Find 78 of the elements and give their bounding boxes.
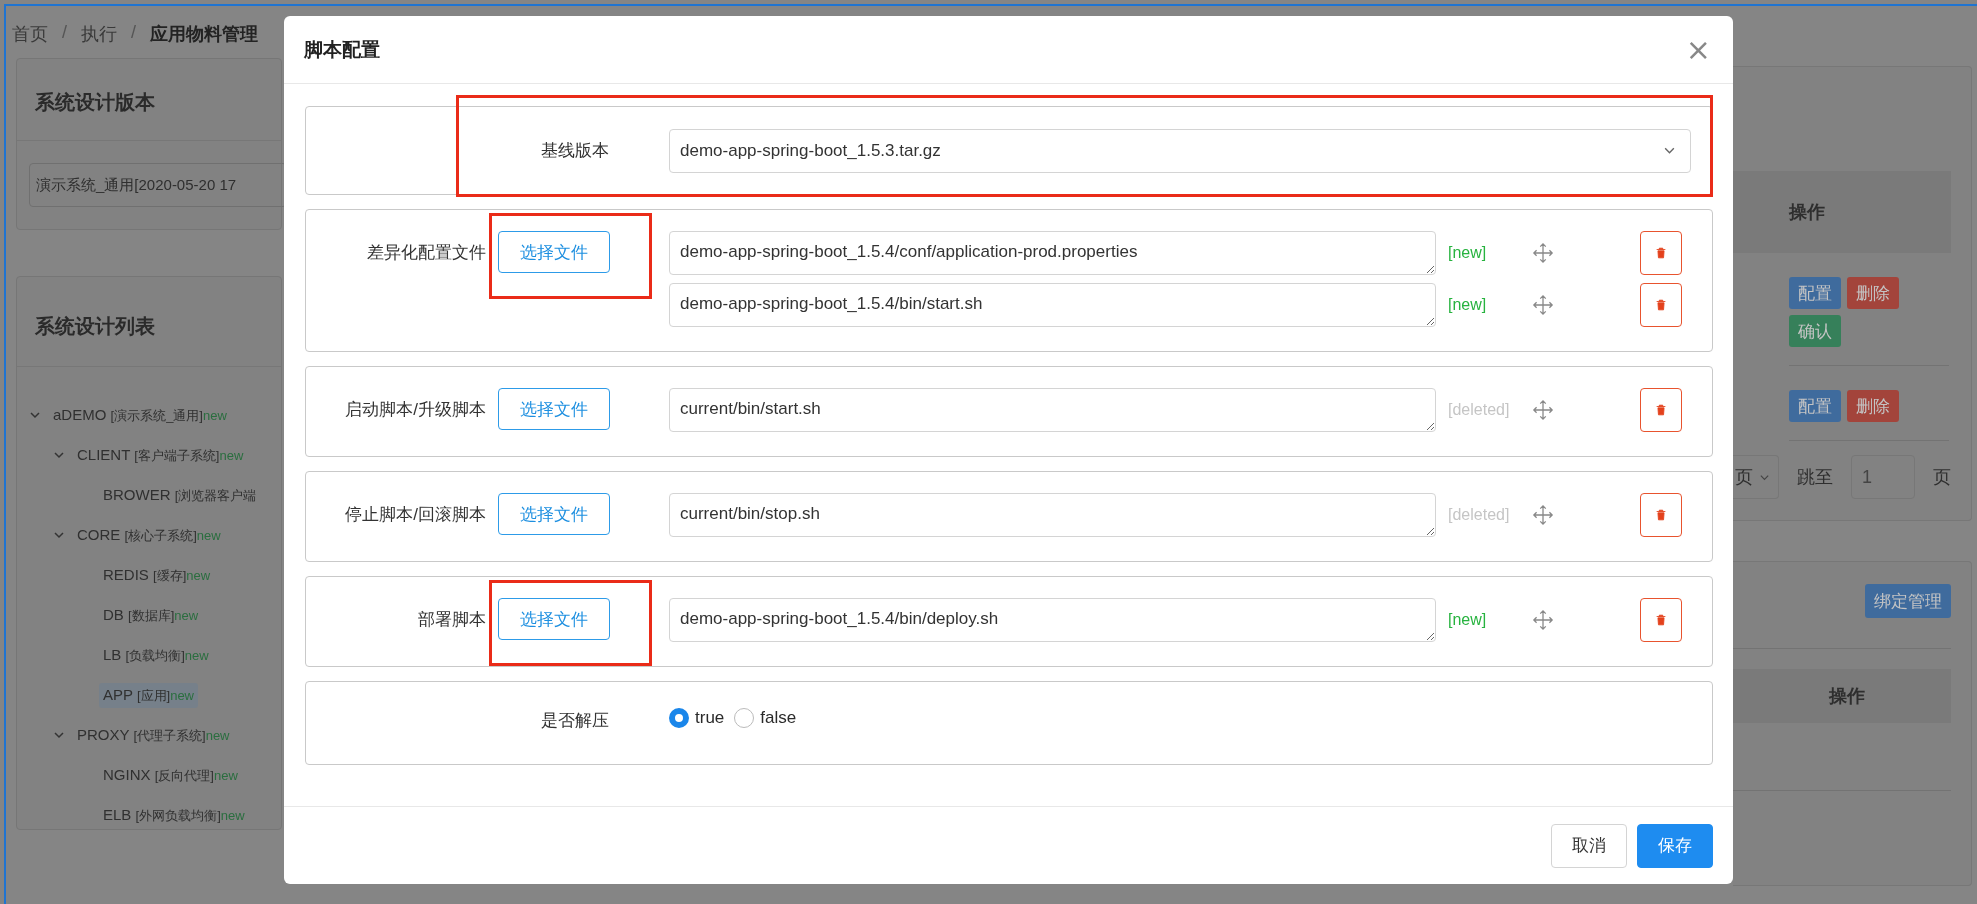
move-icon[interactable]: [1532, 609, 1554, 631]
breadcrumb-item[interactable]: 首页: [12, 22, 48, 58]
radio-label[interactable]: false: [760, 708, 797, 728]
breadcrumb-item: 应用物料管理: [150, 23, 259, 46]
trash-icon: [1654, 246, 1668, 260]
move-icon[interactable]: [1532, 504, 1554, 526]
trash-icon: [1654, 508, 1668, 522]
baseline-select[interactable]: demo-app-spring-boot_1.5.3.tar.gz: [669, 128, 1691, 173]
choose-file-button[interactable]: 选择文件: [498, 598, 610, 640]
file-path-field[interactable]: demo-app-spring-boot_1.5.4/conf/application-prod.properties: [669, 231, 1436, 275]
jump-label: 跳至: [1797, 466, 1833, 489]
action-button[interactable]: 确认: [1789, 315, 1841, 347]
move-icon[interactable]: [1532, 399, 1554, 421]
chevron-icon[interactable]: [53, 529, 65, 541]
trash-icon: [1654, 403, 1668, 417]
status-tag: [new]: [1448, 244, 1487, 261]
tree-item[interactable]: CLIENT [客户端子系统]new: [73, 442, 248, 468]
tree-item[interactable]: APP [应用]new: [99, 682, 198, 708]
radio-button[interactable]: [669, 708, 689, 728]
action-button[interactable]: 删除: [1847, 390, 1899, 422]
choose-file-button[interactable]: 选择文件: [498, 493, 610, 535]
tree-item[interactable]: ELB [外网负载均衡]new: [99, 802, 249, 828]
status-tag: [deleted]: [1448, 506, 1510, 523]
dialog-button[interactable]: 取消: [1551, 823, 1627, 868]
field-label: 基线版本: [541, 141, 609, 160]
file-path-field[interactable]: current/bin/start.sh: [669, 388, 1436, 432]
breadcrumb-separator: /: [131, 22, 137, 44]
choose-file-button[interactable]: 选择文件: [498, 388, 610, 430]
close-button[interactable]: ×: [1681, 34, 1715, 65]
file-path-field[interactable]: current/bin/stop.sh: [669, 493, 1436, 537]
page-label: 页: [1933, 466, 1951, 489]
chevron-icon[interactable]: [29, 409, 41, 421]
move-icon[interactable]: [1532, 294, 1554, 316]
chevron-icon[interactable]: [53, 449, 65, 461]
page-input[interactable]: 1: [1851, 455, 1915, 499]
dialog-title: 脚本配置: [304, 37, 380, 62]
move-icon[interactable]: [1532, 242, 1554, 264]
field-label: 停止脚本/回滚脚本: [345, 505, 486, 524]
radio-button[interactable]: [734, 708, 755, 728]
bind-button[interactable]: 绑定管理: [1865, 584, 1951, 618]
delete-button[interactable]: [1640, 493, 1682, 537]
delete-button[interactable]: [1640, 283, 1682, 327]
file-path-field[interactable]: demo-app-spring-boot_1.5.4/bin/start.sh: [669, 283, 1436, 327]
tree-item[interactable]: PROXY [代理子系统]new: [73, 722, 234, 748]
field-label: 启动脚本/升级脚本: [345, 400, 486, 419]
tree-item[interactable]: NGINX [反向代理]new: [99, 762, 242, 788]
status-tag: [new]: [1448, 296, 1487, 313]
page-size-select[interactable]: 页: [1733, 455, 1779, 499]
radio-label[interactable]: true: [695, 708, 725, 728]
trash-icon: [1654, 613, 1668, 627]
tree-item[interactable]: REDIS [缓存]new: [99, 562, 215, 588]
choose-file-button[interactable]: 选择文件: [498, 231, 610, 273]
action-button[interactable]: 配置: [1789, 277, 1841, 309]
dialog-button[interactable]: 保存: [1637, 823, 1713, 868]
delete-button[interactable]: [1640, 388, 1682, 432]
tree-item[interactable]: BROWER [浏览器客户端: [99, 482, 261, 508]
card-title: 系统设计列表: [35, 315, 155, 337]
tree-item[interactable]: CORE [核心子系统]new: [73, 522, 225, 548]
action-button[interactable]: 配置: [1789, 390, 1841, 422]
table-header: 操作: [1733, 669, 1951, 723]
breadcrumb-separator: /: [62, 22, 67, 44]
file-path-field[interactable]: demo-app-spring-boot_1.5.4/bin/deploy.sh: [669, 598, 1436, 642]
status-tag: [deleted]: [1448, 401, 1510, 418]
trash-icon: [1654, 298, 1668, 312]
card-title: 系统设计版本: [35, 91, 155, 113]
tree-item[interactable]: LB [负载均衡]new: [99, 642, 213, 668]
table-header: 操作: [1733, 171, 1951, 253]
delete-button[interactable]: [1640, 231, 1682, 275]
action-button[interactable]: 删除: [1847, 277, 1899, 309]
status-tag: [new]: [1448, 611, 1487, 628]
delete-button[interactable]: [1640, 598, 1682, 642]
field-label: 部署脚本: [418, 610, 486, 629]
field-label: 是否解压: [541, 711, 609, 730]
breadcrumb-item[interactable]: 执行: [81, 22, 117, 58]
chevron-icon[interactable]: [53, 729, 65, 741]
field-label: 差异化配置文件: [367, 243, 486, 262]
tree-item[interactable]: aDEMO [演示系统_通用]new: [49, 402, 231, 428]
tree-item[interactable]: DB [数据库]new: [99, 602, 203, 628]
